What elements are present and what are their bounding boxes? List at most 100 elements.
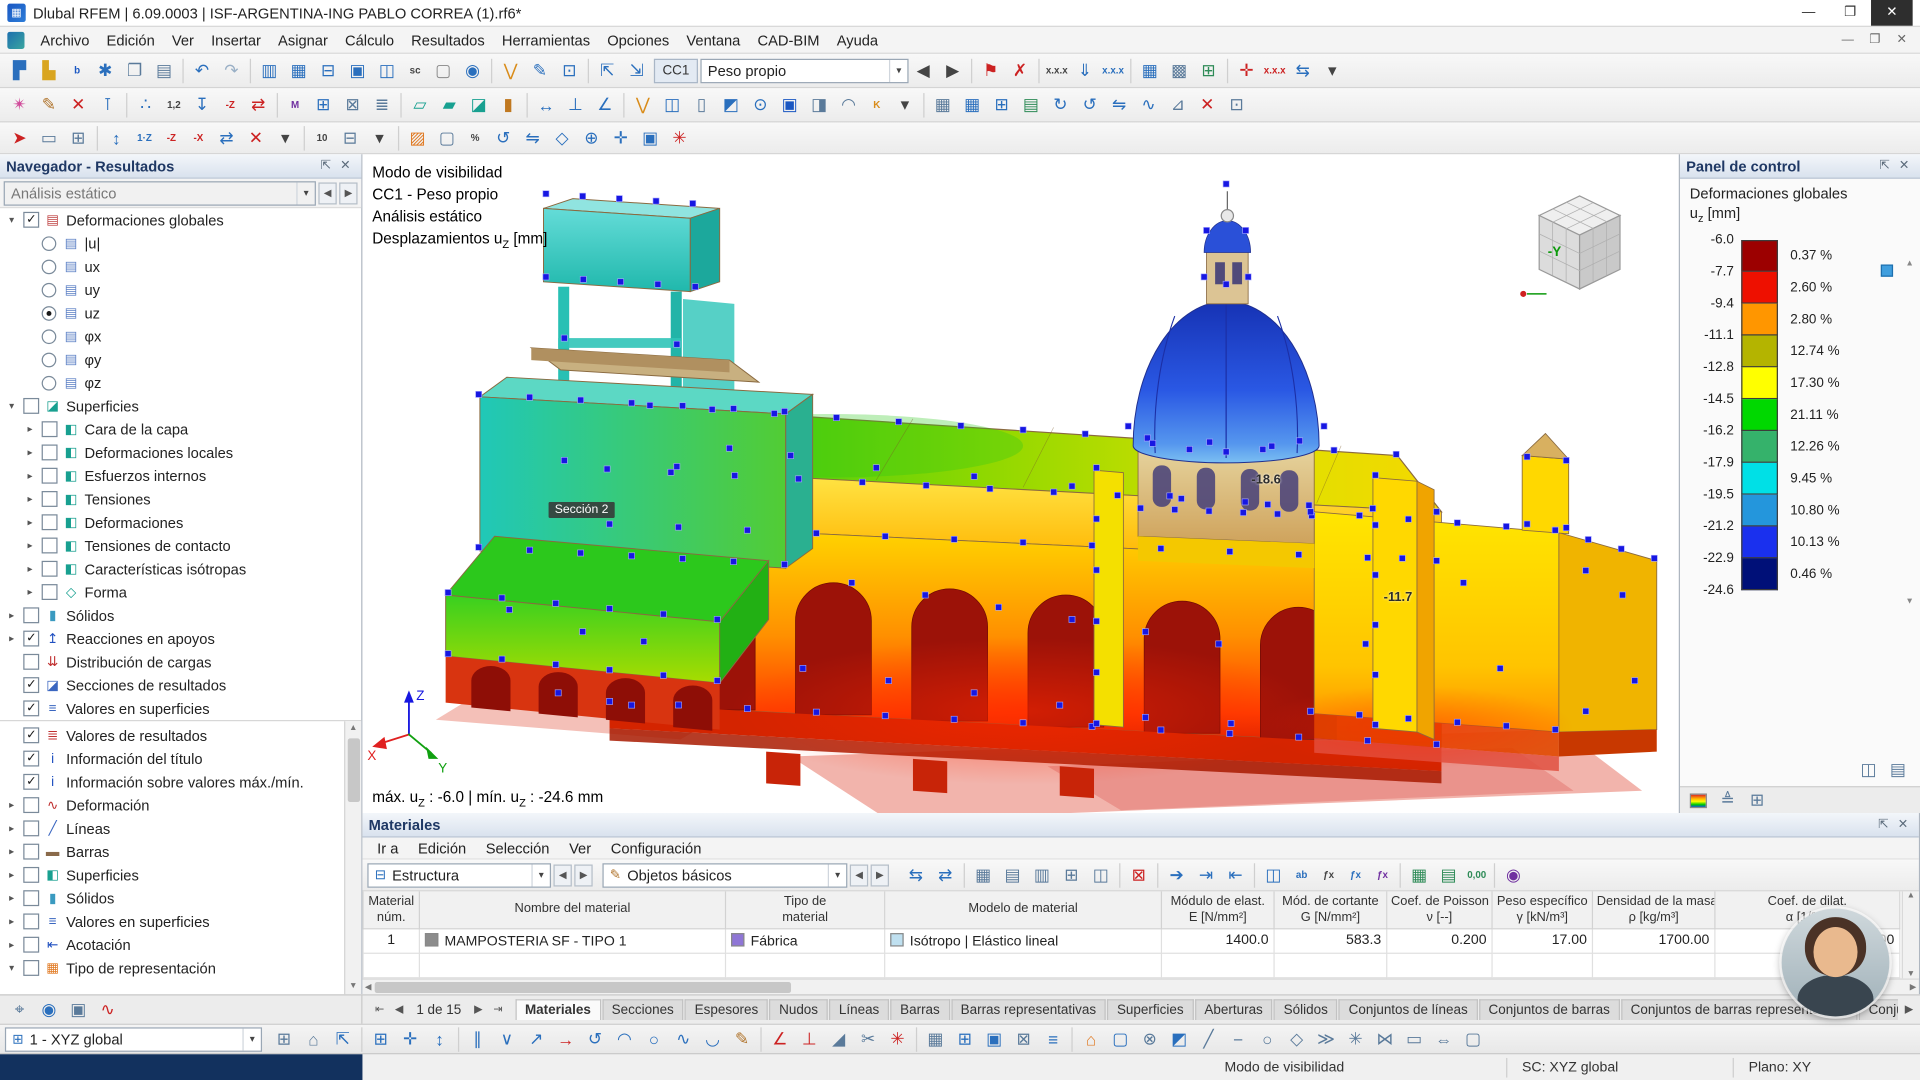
dock-icon[interactable]: ⇱	[593, 56, 622, 84]
checkbox-superficies[interactable]	[23, 867, 39, 883]
result-nav-deformaciones[interactable]: ▸◧Deformaciones	[0, 511, 361, 534]
checkbox-l-neas[interactable]	[23, 820, 39, 836]
mat-add-icon[interactable]: ⊞	[1057, 861, 1086, 889]
checkbox-acotaci-n[interactable]	[23, 937, 39, 953]
snap-settings-icon[interactable]: ✳	[665, 124, 694, 152]
bb-parallel-icon[interactable]: ∥	[463, 1025, 492, 1053]
empty-box-icon[interactable]: ▢	[432, 124, 461, 152]
column-header-modelo-de-material[interactable]: Modelo de material	[885, 891, 1162, 928]
analysis-type-select[interactable]: Análisis estático▾	[4, 181, 316, 205]
checkbox-deformaci-n[interactable]	[23, 797, 39, 813]
dialog-icon[interactable]: ▣	[343, 56, 372, 84]
pager-first[interactable]: ⇤	[370, 1003, 390, 1016]
select-rect-icon[interactable]: ▭	[34, 124, 63, 152]
display-nav-valores-de-resultados[interactable]: ✓≣Valores de resultados	[0, 724, 344, 747]
objects-prev[interactable]: ◀	[850, 864, 868, 886]
result-nav-x[interactable]: ▤φx	[0, 324, 361, 347]
column-header-m-d-de-cortante[interactable]: Mód. de cortanteG [N/mm²]	[1274, 891, 1387, 928]
menu-insertar[interactable]: Insertar	[203, 28, 270, 52]
section-cut-icon[interactable]: ◩	[716, 91, 745, 119]
bb-spline-icon[interactable]: ∿	[669, 1025, 698, 1053]
bb-circle-icon[interactable]: ○	[639, 1025, 668, 1053]
table-tab-conjuntos-de-l-neas[interactable]: Conjuntos de líneas	[1339, 999, 1478, 1020]
copy-icon[interactable]: ❐	[120, 56, 149, 84]
menu-edici-n[interactable]: Edición	[98, 28, 163, 52]
node-icon[interactable]: ⊺	[93, 91, 122, 119]
bb-line-icon[interactable]: →	[551, 1025, 580, 1053]
grid-add-icon[interactable]: ⊞	[987, 91, 1016, 119]
table-tab-barras-representativas[interactable]: Barras representativas	[951, 999, 1106, 1020]
neg-x-icon[interactable]: -X	[185, 124, 212, 152]
basic-objects-select[interactable]: ✎Objetos básicos▾	[602, 863, 847, 887]
display-nav-superficies[interactable]: ▸◧Superficies	[0, 863, 344, 886]
result-nav-deformaciones-globales[interactable]: ▾✓▤Deformaciones globales	[0, 208, 361, 231]
display-nav-informaci-n-sobre-valores-m-x-m-n[interactable]: ✓iInformación sobre valores máx./mín.	[0, 770, 344, 793]
open-model-icon[interactable]: ▙	[34, 56, 63, 84]
checkbox-informaci-n-sobre-valores-m-x-m-n[interactable]: ✓	[23, 774, 39, 790]
display-nav-tipo-de-representaci-n[interactable]: ▾▦Tipo de representación	[0, 956, 344, 979]
table-tab-materiales[interactable]: Materiales	[515, 999, 600, 1020]
mat-export-icon[interactable]: ▤	[1434, 861, 1463, 889]
column-header-nombre-del-material[interactable]: Nombre del material	[419, 891, 725, 928]
checkbox-tensiones[interactable]	[42, 491, 58, 507]
tables-icon[interactable]: ▥	[255, 56, 284, 84]
result-nav-uz[interactable]: ▤uz	[0, 301, 361, 324]
coordinate-system-select[interactable]: ⊞1 - XYZ global▾	[5, 1027, 262, 1051]
mat-fx-icon[interactable]: ƒx	[1315, 861, 1342, 889]
radio-uy[interactable]	[42, 282, 57, 297]
sync-up-icon[interactable]: ⇆	[901, 861, 930, 889]
table-tab-aberturas[interactable]: Aberturas	[1195, 999, 1273, 1020]
mirror-icon[interactable]: ⇋	[1104, 91, 1133, 119]
menu-cad-bim[interactable]: CAD-BIM	[749, 28, 828, 52]
nav-target-icon[interactable]: ⌖	[5, 996, 34, 1024]
swap-axes-icon[interactable]: ⇄	[244, 91, 273, 119]
structure-select[interactable]: ⊟Estructura▾	[367, 863, 551, 887]
bb-dock-icon[interactable]: ⇱	[328, 1025, 357, 1053]
result-values-icon[interactable]: x.x.x	[1043, 56, 1070, 84]
add-node-icon[interactable]: ⊕	[577, 124, 606, 152]
expand-icon[interactable]: ⇲	[622, 56, 651, 84]
arc-view-icon[interactable]: ◠	[834, 91, 863, 119]
checkbox-informaci-n-del-t-tulo[interactable]: ✓	[23, 751, 39, 767]
add-grid-icon[interactable]: ⊞	[309, 91, 338, 119]
cube-view-icon[interactable]: ▣	[775, 91, 804, 119]
moment-icon[interactable]: M	[282, 91, 309, 119]
grid2-icon[interactable]: ▦	[928, 91, 957, 119]
navigation-cube[interactable]: -Y	[1512, 174, 1647, 301]
percent-icon[interactable]: %	[462, 124, 489, 152]
table-tab-secciones[interactable]: Secciones	[602, 999, 684, 1020]
edit-filter-icon[interactable]: ✎	[525, 56, 554, 84]
minimize-button[interactable]: —	[1788, 0, 1830, 26]
del-grid-icon[interactable]: ⊠	[338, 91, 367, 119]
bb-star2-icon[interactable]: ✳	[1341, 1025, 1370, 1053]
section-label[interactable]: Sección 2	[549, 502, 615, 518]
panel-scrollbar[interactable]: ▲▼	[1902, 260, 1918, 607]
bb-layers-icon[interactable]: ≡	[1038, 1025, 1067, 1053]
panels-icon[interactable]: ◫	[658, 91, 687, 119]
checkbox-tipo-de-representaci-n[interactable]	[23, 960, 39, 976]
structure-model[interactable]: Z X Y	[362, 154, 1678, 813]
next-case-button[interactable]: ▶	[339, 182, 357, 204]
materials-menu-configuraci-n[interactable]: Configuración	[601, 839, 711, 856]
solid-icon[interactable]: ▮	[493, 91, 522, 119]
mdi-control-[interactable]: ❐	[1861, 33, 1888, 46]
hatch-icon[interactable]: ▨	[403, 124, 432, 152]
move-z-icon[interactable]: ↕	[102, 124, 131, 152]
bb-raster2-icon[interactable]: ⊞	[950, 1025, 979, 1053]
new-model-icon[interactable]: ▛	[5, 56, 34, 84]
display-nav-barras[interactable]: ▸▬Barras	[0, 840, 344, 863]
nav-eye-icon[interactable]: ◉	[34, 996, 63, 1024]
maximize-button[interactable]: ❐	[1829, 0, 1871, 26]
materials-menu-selecci-n[interactable]: Selección	[476, 839, 559, 856]
mat-ab-icon[interactable]: ab	[1288, 861, 1315, 889]
checkbox-distribuci-n-de-cargas[interactable]	[23, 654, 39, 670]
bb-rotate-icon[interactable]: ↺	[580, 1025, 609, 1053]
snap-star-icon[interactable]: ✴	[5, 91, 34, 119]
bb-perp-icon[interactable]: ⊥	[795, 1025, 824, 1053]
objects-next[interactable]: ▶	[871, 864, 889, 886]
column-header-densidad-de-la-masa[interactable]: Densidad de la masaρ [kg/m³]	[1592, 891, 1714, 928]
mat-prev-icon[interactable]: ⇤	[1221, 861, 1250, 889]
bb-box2-icon[interactable]: ▢	[1458, 1025, 1487, 1053]
result-nav-esfuerzos-internos[interactable]: ▸◧Esfuerzos internos	[0, 464, 361, 487]
bb-bowtie-icon[interactable]: ⋈	[1370, 1025, 1399, 1053]
